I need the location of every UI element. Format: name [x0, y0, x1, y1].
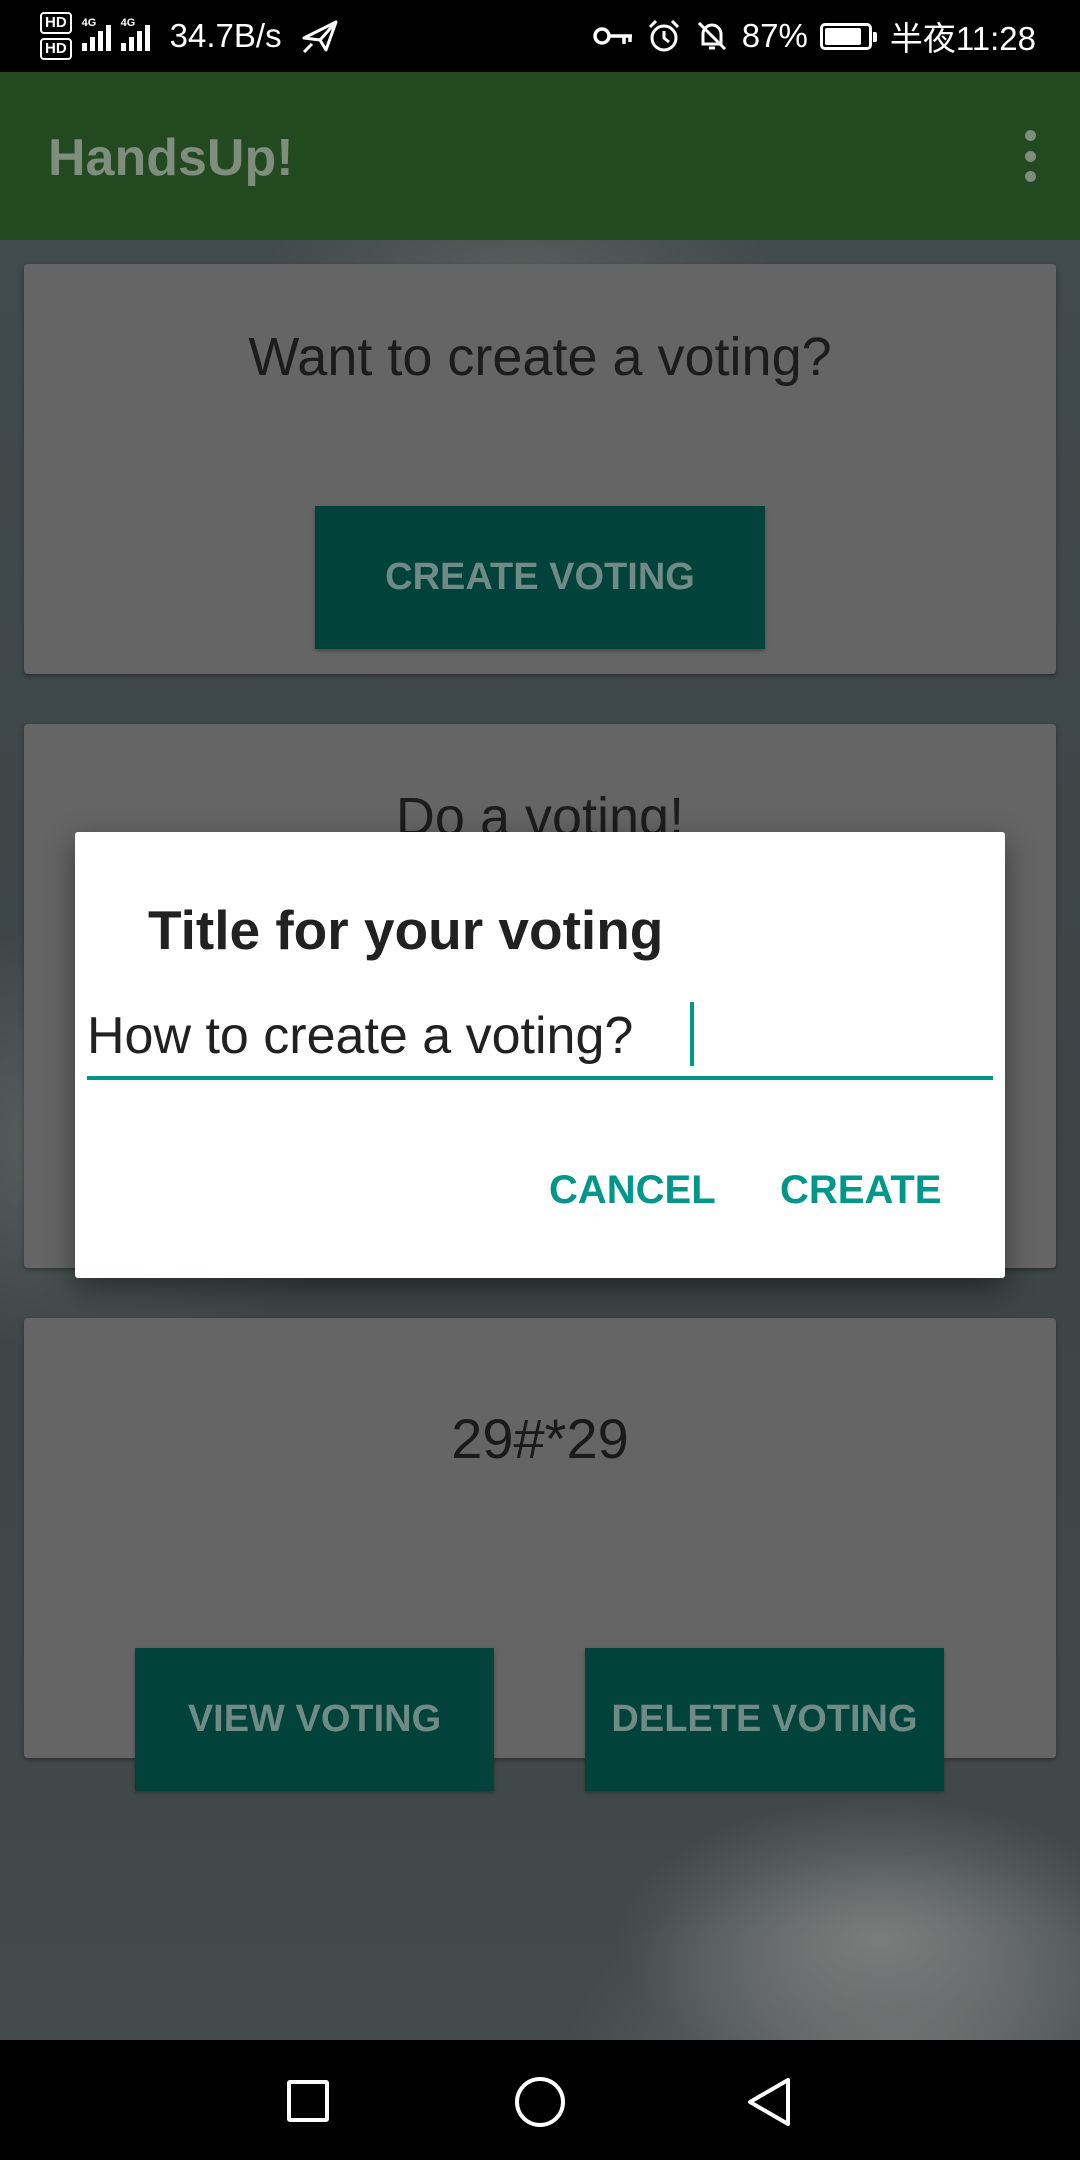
status-bar: HD HD 4G 4G 34.7B/s 87% 半夜11:28: [0, 0, 1080, 72]
battery-icon: [819, 22, 877, 50]
status-left: HD HD 4G 4G 34.7B/s: [40, 0, 340, 72]
hd-badge-1: HD: [40, 12, 72, 34]
signal-icon: 4G: [120, 17, 150, 51]
view-voting-button[interactable]: VIEW VOTING: [135, 1648, 494, 1791]
network-type-label: 4G: [120, 17, 136, 29]
signal-icon: 4G: [81, 17, 111, 51]
alarm-icon: [648, 19, 679, 52]
hd-badge-2: HD: [40, 38, 72, 60]
dialog-title: Title for your voting: [148, 899, 664, 961]
create-card-title: Want to create a voting?: [248, 327, 832, 387]
create-button[interactable]: CREATE: [780, 1168, 941, 1213]
navigation-bar: [0, 2040, 1080, 2160]
home-icon[interactable]: [515, 2077, 565, 2127]
airplane-icon: [302, 20, 338, 54]
status-right: 87% 半夜11:28: [592, 0, 1036, 72]
voting-title-value[interactable]: How to create a voting?: [87, 1006, 633, 1066]
voting-title-input[interactable]: How to create a voting?: [87, 1000, 993, 1080]
voting-card: 29#*29 VIEW VOTING DELETE VOTING: [24, 1318, 1056, 1791]
create-voting-button[interactable]: CREATE VOTING: [315, 506, 765, 649]
text-cursor: [690, 1002, 694, 1066]
key-icon: [593, 27, 632, 45]
hd-icon: HD HD: [40, 12, 72, 60]
more-vert-icon[interactable]: [1018, 130, 1042, 182]
voting-code: 29#*29: [451, 1407, 629, 1470]
create-voting-dialog: Title for your voting How to create a vo…: [75, 832, 1005, 1278]
cancel-button[interactable]: CANCEL: [549, 1168, 716, 1213]
network-speed: 34.7B/s: [169, 17, 282, 54]
delete-voting-button[interactable]: DELETE VOTING: [585, 1648, 944, 1791]
recents-icon[interactable]: [287, 2080, 329, 2122]
app-title: HandsUp!: [48, 129, 294, 187]
network-type-label: 4G: [81, 17, 97, 29]
clock: 半夜11:28: [889, 20, 1036, 57]
battery-percent: 87%: [741, 17, 808, 54]
back-icon[interactable]: [744, 2076, 794, 2128]
app-bar: HandsUp!: [0, 72, 1080, 240]
create-voting-card: Want to create a voting? CREATE VOTING: [24, 264, 1056, 674]
mute-icon: [697, 21, 726, 51]
